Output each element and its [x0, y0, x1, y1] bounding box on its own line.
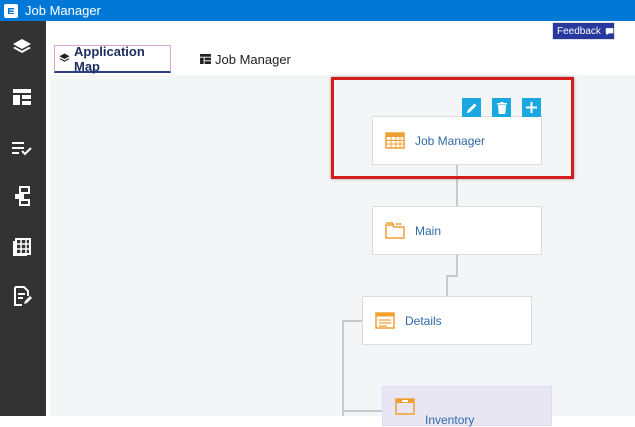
- connector-line: [342, 320, 344, 416]
- grid-icon[interactable]: [11, 235, 33, 257]
- connector-line: [446, 275, 448, 296]
- layers-icon[interactable]: [11, 36, 33, 58]
- tab-job-manager[interactable]: Job Manager: [200, 45, 300, 73]
- layout-icon[interactable]: [11, 86, 33, 108]
- form-icon: [375, 312, 395, 329]
- layout-icon: [200, 54, 211, 64]
- node-label: Inventory: [425, 413, 475, 427]
- layers-icon: [59, 53, 70, 64]
- tab-bar: Application Map Job Manager: [46, 43, 635, 75]
- flow-icon[interactable]: [11, 185, 33, 207]
- tab-application-map[interactable]: Application Map: [54, 43, 171, 74]
- feedback-button[interactable]: Feedback: [552, 22, 615, 40]
- title-bar: Job Manager: [0, 0, 635, 21]
- node-label: Main: [415, 223, 442, 238]
- main-panel: Feedback Application Map Job Manager Job…: [46, 21, 635, 427]
- map-node-details[interactable]: Details: [362, 296, 532, 345]
- chat-icon: [605, 27, 614, 35]
- application-map-canvas[interactable]: Job Manager Main Details Inventory: [50, 75, 635, 427]
- connector-line: [342, 320, 362, 322]
- edit-doc-icon[interactable]: [11, 285, 33, 307]
- feedback-label: Feedback: [557, 25, 601, 37]
- tab-label: Application Map: [74, 43, 145, 74]
- checklist-icon[interactable]: [11, 137, 33, 159]
- form-icon: [395, 397, 415, 415]
- selection-highlight: [331, 77, 574, 179]
- connector-line: [456, 255, 458, 276]
- plus-icon[interactable]: [522, 98, 541, 117]
- node-label: Details: [405, 313, 442, 328]
- app-logo-icon: [4, 3, 18, 18]
- trash-icon[interactable]: [492, 98, 511, 117]
- pencil-icon[interactable]: [462, 98, 481, 117]
- sidebar: [0, 21, 46, 416]
- map-node-main[interactable]: Main: [372, 206, 542, 255]
- connector-line: [342, 410, 382, 412]
- map-node-inventory[interactable]: Inventory: [382, 386, 552, 427]
- window-title: Job Manager: [25, 3, 101, 18]
- folder-icon: [385, 222, 405, 239]
- tab-label: Job Manager: [215, 51, 291, 67]
